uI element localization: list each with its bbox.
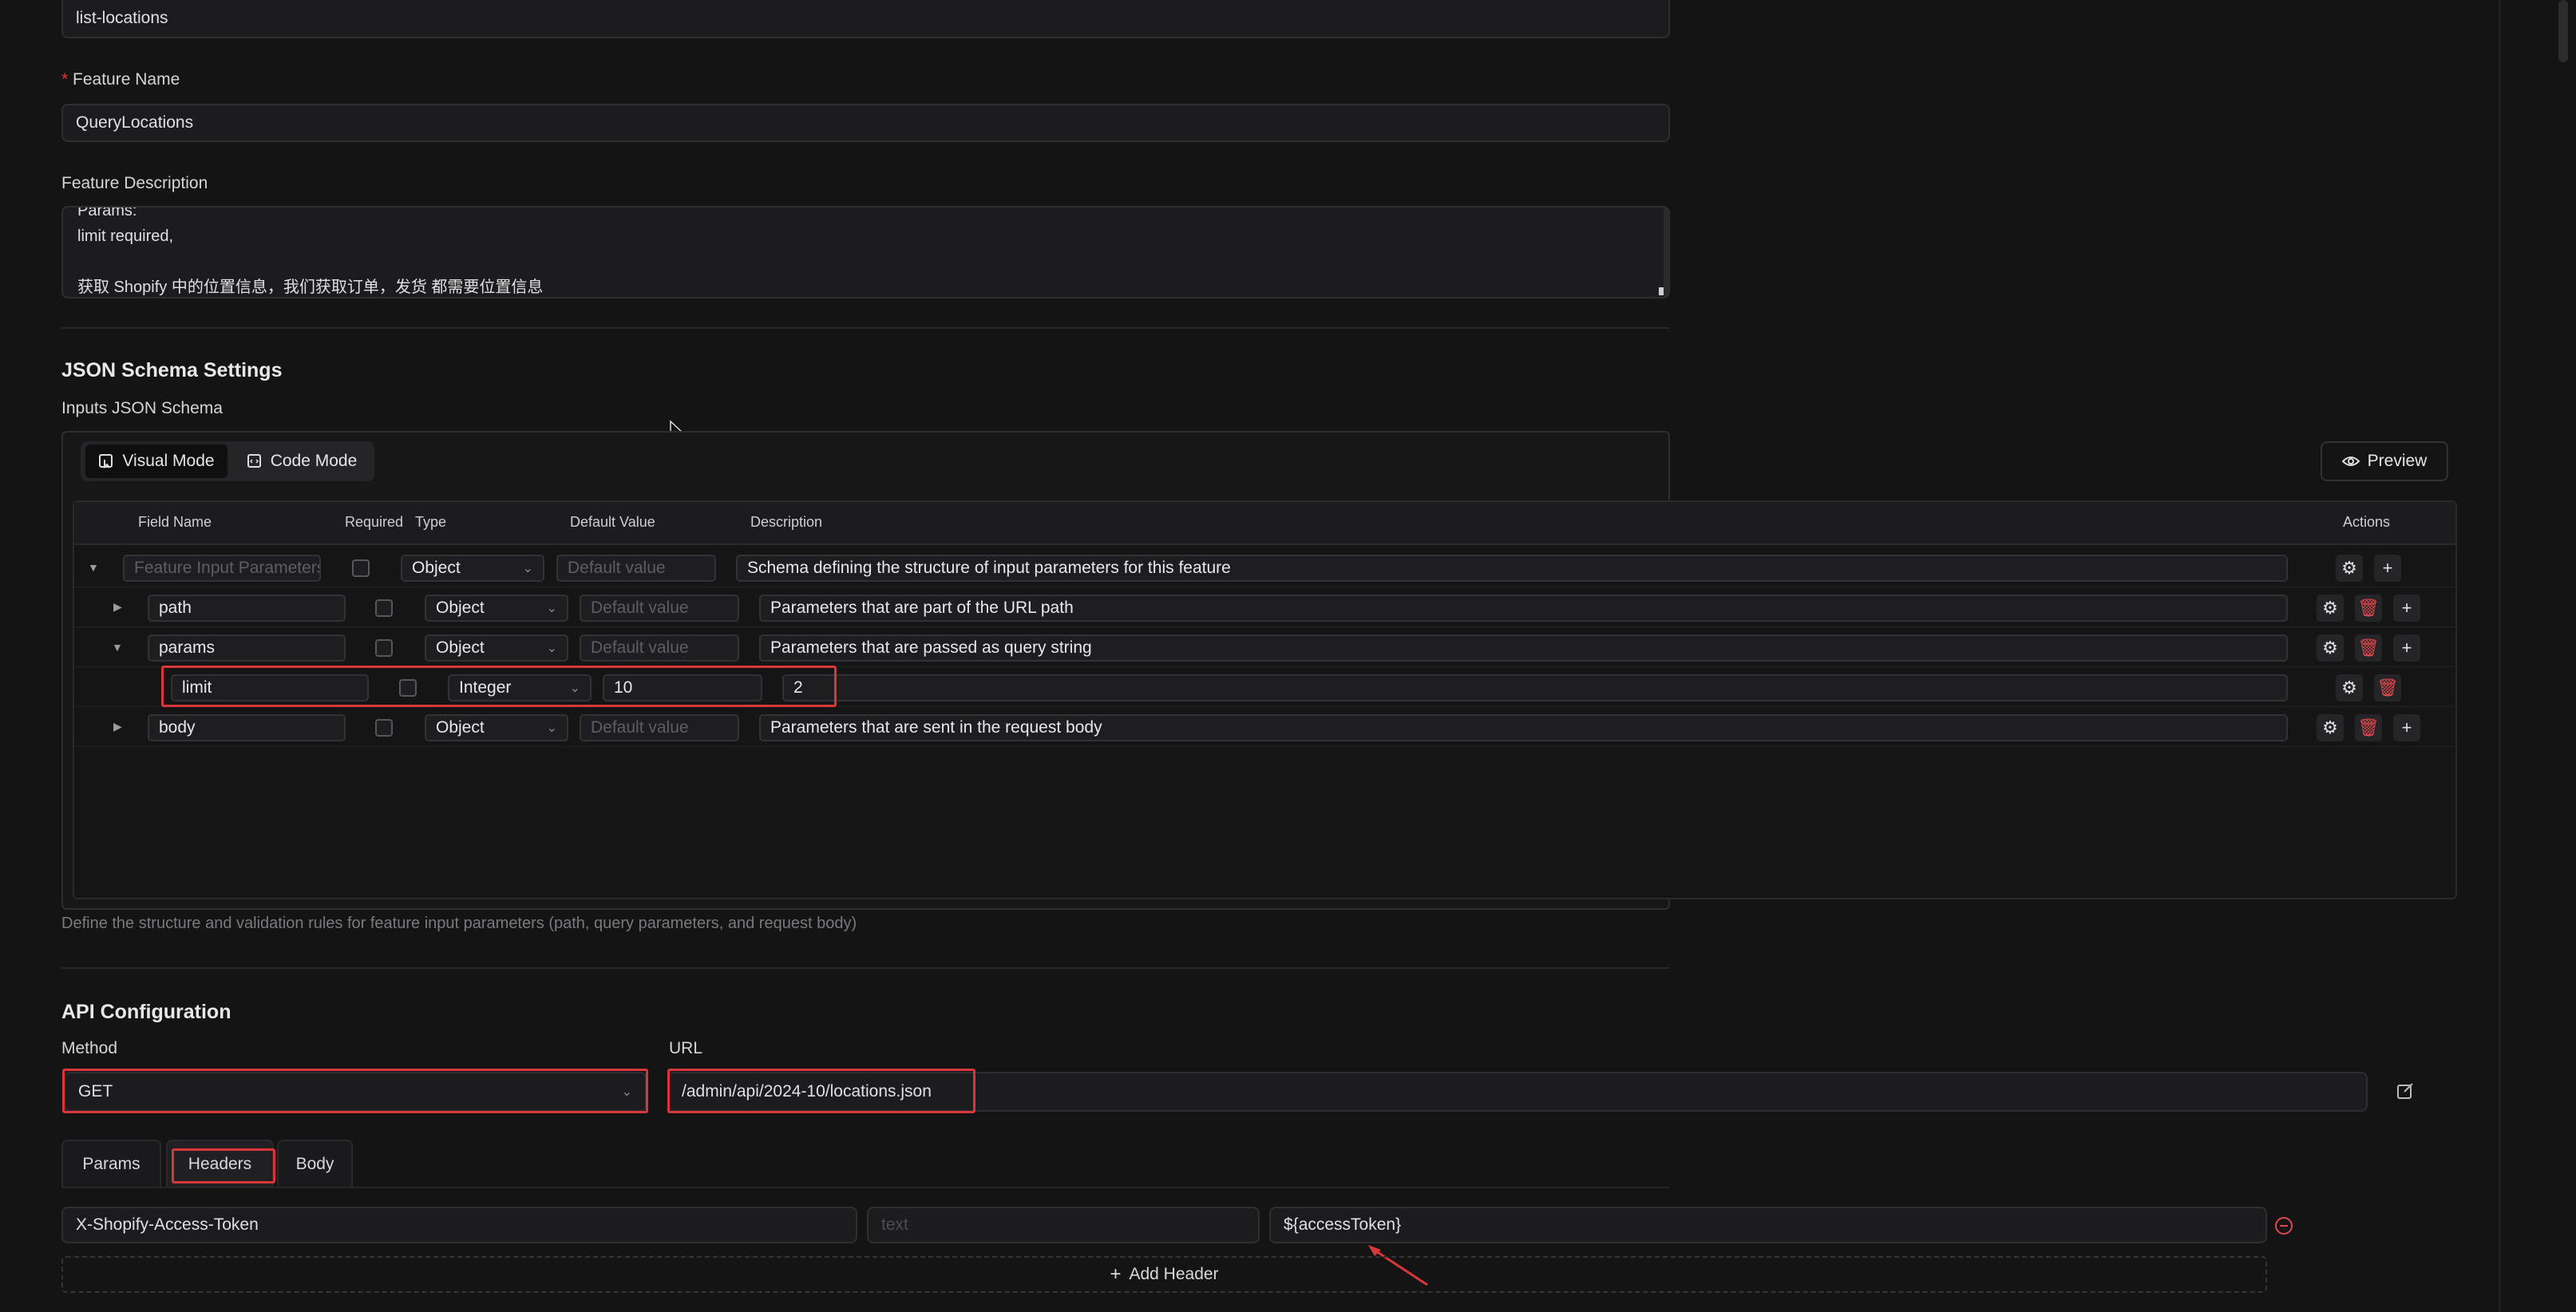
page-scrollbar-thumb[interactable] bbox=[2558, 0, 2568, 62]
tab-params[interactable]: Params bbox=[61, 1140, 161, 1188]
textarea-scrollbar[interactable] bbox=[1664, 207, 1668, 297]
add-header-button[interactable]: + Add Header bbox=[61, 1256, 2267, 1293]
col-description: Description bbox=[750, 514, 823, 530]
add-plus-icon[interactable]: + bbox=[2393, 634, 2420, 662]
body-name-input[interactable]: body bbox=[148, 714, 346, 741]
params-default-input[interactable]: Default value bbox=[580, 634, 739, 662]
code-mode-button[interactable]: Code Mode bbox=[234, 445, 370, 478]
tab-divider bbox=[61, 1187, 1670, 1188]
params-required-checkbox[interactable] bbox=[375, 639, 393, 657]
root-type-select[interactable]: Object ⌄ bbox=[401, 555, 544, 582]
url-label: URL bbox=[669, 1039, 703, 1057]
settings-gear-icon[interactable]: ⚙ bbox=[2317, 595, 2344, 622]
chevron-down-icon: ⌄ bbox=[546, 602, 557, 615]
description-line bbox=[77, 249, 543, 275]
add-plus-icon[interactable]: + bbox=[2393, 714, 2420, 741]
path-type-select[interactable]: Object ⌄ bbox=[425, 595, 568, 622]
col-field-name: Field Name bbox=[138, 514, 212, 530]
settings-gear-icon[interactable]: ⚙ bbox=[2336, 674, 2363, 701]
delete-trash-icon[interactable]: 🗑 bbox=[2355, 595, 2382, 622]
limit-default-input[interactable]: 10 bbox=[603, 674, 762, 701]
description-line: limit required, bbox=[77, 227, 174, 245]
settings-gear-icon[interactable]: ⚙ bbox=[2317, 714, 2344, 741]
method-select[interactable]: GET ⌄ bbox=[64, 1072, 647, 1112]
tab-body[interactable]: Body bbox=[277, 1140, 353, 1188]
body-default-input[interactable]: Default value bbox=[580, 714, 739, 741]
add-plus-icon[interactable]: + bbox=[2393, 595, 2420, 622]
feature-key-input[interactable]: list-locations bbox=[61, 0, 1670, 38]
limit-description-input[interactable]: 2 bbox=[782, 674, 2288, 701]
limit-required-checkbox[interactable] bbox=[399, 679, 417, 697]
divider bbox=[61, 967, 1670, 969]
visual-mode-button[interactable]: Visual Mode bbox=[85, 445, 228, 478]
expand-arrow-icon[interactable]: ▶ bbox=[113, 600, 122, 614]
root-default-input[interactable]: Default value bbox=[556, 555, 716, 582]
path-description-input[interactable]: Parameters that are part of the URL path bbox=[759, 595, 2288, 622]
schema-help-text: Define the structure and validation rule… bbox=[61, 915, 857, 932]
feature-name-label: * Feature Name bbox=[61, 70, 180, 89]
body-type-select[interactable]: Object ⌄ bbox=[425, 714, 568, 741]
root-name-input[interactable]: Feature Input Parameters bbox=[123, 555, 321, 582]
header-value-input[interactable]: ${accessToken} bbox=[1269, 1207, 2267, 1243]
params-name-input[interactable]: params bbox=[148, 634, 346, 662]
limit-type-select[interactable]: Integer ⌄ bbox=[448, 674, 592, 701]
page-scrollbar-track[interactable] bbox=[2499, 0, 2501, 1312]
path-name-input[interactable]: path bbox=[148, 595, 346, 622]
divider bbox=[61, 327, 1670, 329]
add-plus-icon[interactable]: + bbox=[2374, 555, 2401, 582]
col-type: Type bbox=[415, 514, 447, 530]
json-schema-title: JSON Schema Settings bbox=[61, 359, 283, 381]
params-type-select[interactable]: Object ⌄ bbox=[425, 634, 568, 662]
settings-gear-icon[interactable]: ⚙ bbox=[2317, 634, 2344, 662]
body-description-input[interactable]: Parameters that are sent in the request … bbox=[759, 714, 2288, 741]
chevron-down-icon: ⌄ bbox=[569, 682, 580, 695]
header-type-input[interactable]: text bbox=[867, 1207, 1260, 1243]
body-required-checkbox[interactable] bbox=[375, 719, 393, 737]
expand-arrow-icon[interactable]: ▶ bbox=[113, 720, 122, 733]
feature-name-value: QueryLocations bbox=[76, 113, 194, 132]
url-value: /admin/api/2024-10/locations.json bbox=[682, 1082, 932, 1101]
url-input[interactable]: /admin/api/2024-10/locations.json bbox=[667, 1072, 2368, 1112]
delete-trash-icon[interactable]: 🗑 bbox=[2355, 714, 2382, 741]
feature-description-textarea[interactable]: Params: limit required, 获取 Shopify 中的位置信… bbox=[61, 206, 1670, 298]
chevron-down-icon: ⌄ bbox=[546, 642, 557, 655]
eye-icon bbox=[2341, 456, 2360, 466]
feature-name-input[interactable]: QueryLocations bbox=[61, 104, 1670, 142]
col-default-value: Default Value bbox=[570, 514, 655, 530]
col-required: Required bbox=[345, 514, 404, 530]
collapse-arrow-icon[interactable]: ▼ bbox=[88, 561, 99, 574]
preview-button[interactable]: Preview bbox=[2321, 441, 2448, 481]
chevron-down-icon: ⌄ bbox=[546, 721, 557, 735]
plus-icon: + bbox=[1110, 1263, 1122, 1285]
tab-headers[interactable]: Headers bbox=[166, 1140, 274, 1188]
collapse-arrow-icon[interactable]: ▼ bbox=[112, 641, 123, 654]
feature-description-label: Feature Description bbox=[61, 174, 208, 192]
description-line: Params: bbox=[77, 206, 137, 219]
col-actions: Actions bbox=[2343, 514, 2391, 530]
remove-circle-icon[interactable] bbox=[2274, 1216, 2293, 1235]
api-config-title: API Configuration bbox=[61, 1001, 231, 1023]
settings-gear-icon[interactable]: ⚙ bbox=[2336, 555, 2363, 582]
header-key-input[interactable]: X-Shopify-Access-Token bbox=[61, 1207, 857, 1243]
root-description-input[interactable]: Schema defining the structure of input p… bbox=[736, 555, 2288, 582]
external-edit-icon[interactable] bbox=[2396, 1082, 2414, 1100]
delete-trash-icon[interactable]: 🗑 bbox=[2374, 674, 2401, 701]
method-value: GET bbox=[78, 1082, 113, 1101]
delete-trash-icon[interactable]: 🗑 bbox=[2355, 634, 2382, 662]
path-default-input[interactable]: Default value bbox=[580, 595, 739, 622]
cursor-select-icon bbox=[99, 454, 113, 469]
root-required-checkbox[interactable] bbox=[352, 559, 370, 577]
chevron-down-icon: ⌄ bbox=[621, 1085, 632, 1099]
feature-key-value: list-locations bbox=[76, 9, 168, 27]
params-description-input[interactable]: Parameters that are passed as query stri… bbox=[759, 634, 2288, 662]
method-label: Method bbox=[61, 1039, 118, 1057]
json-schema-subtitle: Inputs JSON Schema bbox=[61, 399, 223, 417]
path-required-checkbox[interactable] bbox=[375, 599, 393, 617]
code-icon bbox=[247, 454, 261, 468]
limit-name-input[interactable]: limit bbox=[171, 674, 369, 701]
description-line: 获取 Shopify 中的位置信息，我们获取订单，发货 都需要位置信息 bbox=[77, 279, 544, 296]
chevron-down-icon: ⌄ bbox=[522, 562, 533, 575]
